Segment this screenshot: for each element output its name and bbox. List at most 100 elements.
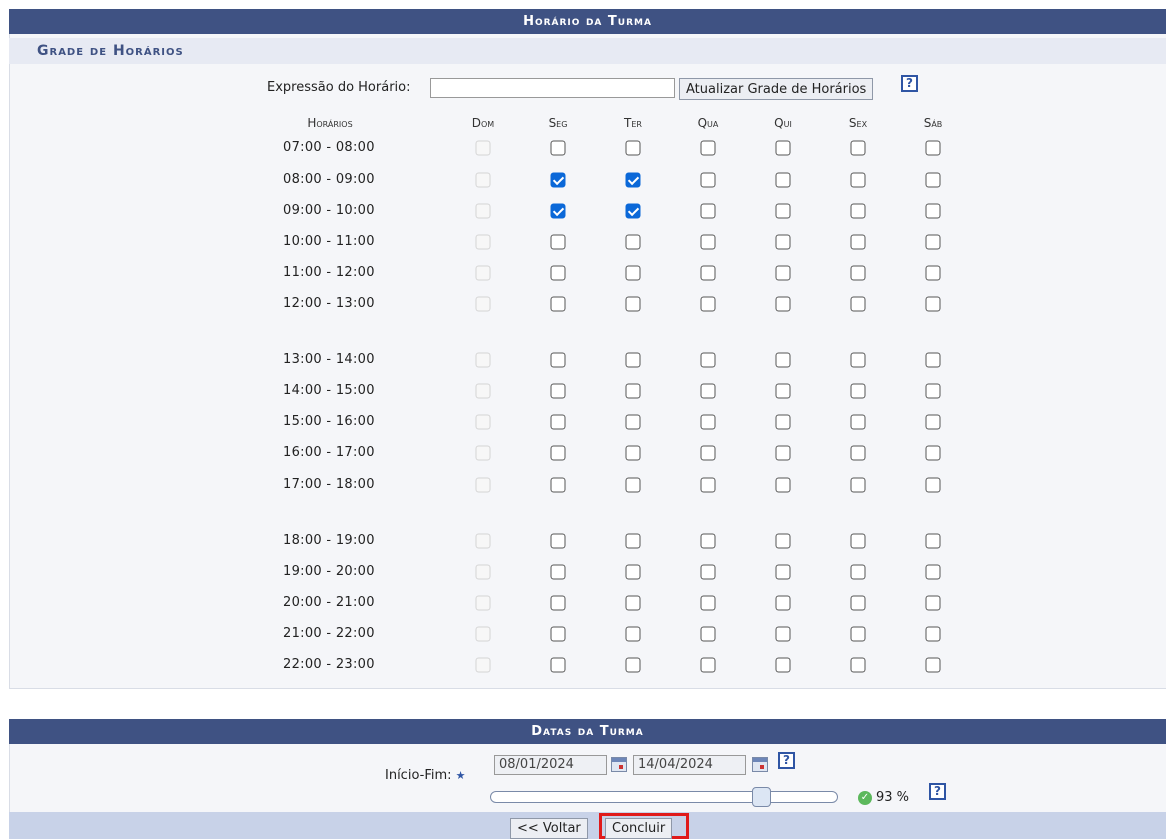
- slot-checkbox[interactable]: [700, 657, 716, 673]
- slot-checkbox[interactable]: [625, 657, 641, 673]
- back-button[interactable]: << Voltar: [510, 818, 588, 839]
- slot-checkbox[interactable]: [850, 234, 866, 250]
- slot-checkbox[interactable]: [775, 477, 791, 493]
- slot-checkbox[interactable]: [775, 352, 791, 368]
- slot-checkbox[interactable]: [625, 296, 641, 312]
- slot-checkbox[interactable]: [700, 477, 716, 493]
- slot-checkbox[interactable]: [700, 445, 716, 461]
- slot-checkbox[interactable]: [925, 296, 941, 312]
- slot-checkbox[interactable]: [550, 172, 566, 188]
- slot-checkbox[interactable]: [550, 352, 566, 368]
- slot-checkbox[interactable]: [850, 352, 866, 368]
- slot-checkbox[interactable]: [775, 626, 791, 642]
- slot-checkbox[interactable]: [700, 296, 716, 312]
- slot-checkbox[interactable]: [625, 234, 641, 250]
- slot-checkbox[interactable]: [550, 296, 566, 312]
- slot-checkbox[interactable]: [775, 657, 791, 673]
- slot-checkbox[interactable]: [925, 657, 941, 673]
- start-date-input[interactable]: 08/01/2024: [494, 755, 607, 775]
- calendar-icon[interactable]: [752, 757, 768, 772]
- slot-checkbox[interactable]: [700, 626, 716, 642]
- help-icon[interactable]: ?: [778, 752, 795, 769]
- slot-checkbox[interactable]: [700, 172, 716, 188]
- slot-checkbox[interactable]: [850, 140, 866, 156]
- finish-button[interactable]: Concluir: [605, 818, 673, 839]
- slot-checkbox[interactable]: [625, 352, 641, 368]
- slot-checkbox[interactable]: [625, 140, 641, 156]
- slot-checkbox[interactable]: [550, 595, 566, 611]
- slot-checkbox[interactable]: [700, 265, 716, 281]
- slot-checkbox[interactable]: [625, 626, 641, 642]
- progress-slider-handle[interactable]: [752, 787, 771, 807]
- slot-checkbox[interactable]: [775, 140, 791, 156]
- slot-checkbox[interactable]: [850, 595, 866, 611]
- slot-checkbox[interactable]: [700, 595, 716, 611]
- slot-checkbox[interactable]: [850, 564, 866, 580]
- slot-checkbox[interactable]: [925, 595, 941, 611]
- slot-checkbox[interactable]: [700, 533, 716, 549]
- slot-checkbox[interactable]: [850, 265, 866, 281]
- slot-checkbox[interactable]: [550, 533, 566, 549]
- slot-checkbox[interactable]: [700, 140, 716, 156]
- slot-checkbox[interactable]: [775, 533, 791, 549]
- slot-checkbox[interactable]: [775, 234, 791, 250]
- slot-checkbox[interactable]: [925, 203, 941, 219]
- slot-checkbox[interactable]: [550, 445, 566, 461]
- slot-checkbox[interactable]: [925, 477, 941, 493]
- slot-checkbox[interactable]: [925, 445, 941, 461]
- slot-checkbox[interactable]: [925, 414, 941, 430]
- slot-checkbox[interactable]: [850, 477, 866, 493]
- slot-checkbox[interactable]: [700, 383, 716, 399]
- slot-checkbox[interactable]: [550, 234, 566, 250]
- slot-checkbox[interactable]: [775, 203, 791, 219]
- slot-checkbox[interactable]: [700, 234, 716, 250]
- slot-checkbox[interactable]: [925, 352, 941, 368]
- slot-checkbox[interactable]: [550, 265, 566, 281]
- slot-checkbox[interactable]: [850, 445, 866, 461]
- slot-checkbox[interactable]: [625, 172, 641, 188]
- slot-checkbox[interactable]: [775, 296, 791, 312]
- slot-checkbox[interactable]: [850, 414, 866, 430]
- slot-checkbox[interactable]: [550, 140, 566, 156]
- slot-checkbox[interactable]: [550, 477, 566, 493]
- slot-checkbox[interactable]: [775, 383, 791, 399]
- slot-checkbox[interactable]: [850, 657, 866, 673]
- slot-checkbox[interactable]: [925, 626, 941, 642]
- slot-checkbox[interactable]: [850, 172, 866, 188]
- slot-checkbox[interactable]: [850, 533, 866, 549]
- slot-checkbox[interactable]: [850, 203, 866, 219]
- slot-checkbox[interactable]: [625, 265, 641, 281]
- slot-checkbox[interactable]: [925, 533, 941, 549]
- progress-slider-track[interactable]: [490, 791, 838, 803]
- slot-checkbox[interactable]: [775, 172, 791, 188]
- slot-checkbox[interactable]: [925, 383, 941, 399]
- slot-checkbox[interactable]: [775, 564, 791, 580]
- slot-checkbox[interactable]: [925, 172, 941, 188]
- slot-checkbox[interactable]: [625, 383, 641, 399]
- slot-checkbox[interactable]: [550, 383, 566, 399]
- slot-checkbox[interactable]: [850, 383, 866, 399]
- slot-checkbox[interactable]: [775, 414, 791, 430]
- calendar-icon[interactable]: [611, 757, 627, 772]
- slot-checkbox[interactable]: [625, 595, 641, 611]
- slot-checkbox[interactable]: [925, 140, 941, 156]
- slot-checkbox[interactable]: [925, 265, 941, 281]
- slot-checkbox[interactable]: [625, 414, 641, 430]
- update-grid-button[interactable]: Atualizar Grade de Horários: [679, 78, 874, 100]
- help-icon[interactable]: ?: [929, 783, 946, 800]
- slot-checkbox[interactable]: [775, 265, 791, 281]
- slot-checkbox[interactable]: [550, 657, 566, 673]
- help-icon[interactable]: ?: [901, 75, 918, 92]
- slot-checkbox[interactable]: [850, 296, 866, 312]
- slot-checkbox[interactable]: [700, 203, 716, 219]
- slot-checkbox[interactable]: [700, 414, 716, 430]
- slot-checkbox[interactable]: [550, 564, 566, 580]
- end-date-input[interactable]: 14/04/2024: [633, 755, 746, 775]
- slot-checkbox[interactable]: [775, 445, 791, 461]
- slot-checkbox[interactable]: [625, 203, 641, 219]
- slot-checkbox[interactable]: [550, 203, 566, 219]
- slot-checkbox[interactable]: [550, 626, 566, 642]
- slot-checkbox[interactable]: [625, 533, 641, 549]
- slot-checkbox[interactable]: [700, 352, 716, 368]
- slot-checkbox[interactable]: [625, 564, 641, 580]
